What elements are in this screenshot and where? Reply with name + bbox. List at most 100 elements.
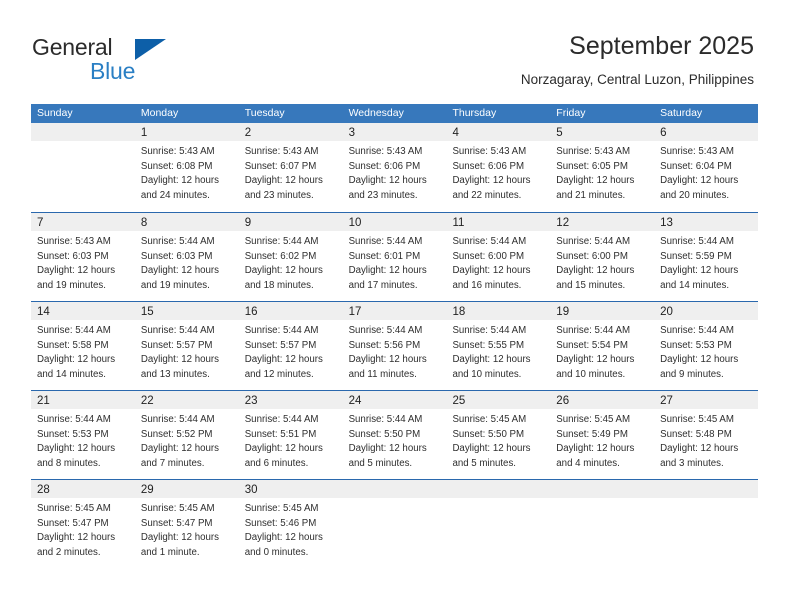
day-detail-lines: Sunrise: 5:44 AM Sunset: 5:54 PM Daylight:… bbox=[550, 320, 654, 382]
day-cell-14[interactable]: 14 Sunrise: 5:44 AM Sunset: 5:58 PM Dayligh… bbox=[31, 302, 135, 390]
day-detail-lines: Sunrise: 5:45 AM Sunset: 5:47 PM Daylight:… bbox=[135, 498, 239, 560]
day-detail-lines: Sunrise: 5:43 AM Sunset: 6:04 PM Daylight:… bbox=[654, 141, 758, 203]
day-detail-line: Sunrise: 5:45 AM bbox=[140, 503, 215, 514]
day-cell-29[interactable]: 29 Sunrise: 5:45 AM Sunset: 5:47 PM Dayligh… bbox=[134, 480, 239, 569]
day-cell-1[interactable]: 1 Sunrise: 5:43 AM Sunset: 6:08 PM Daylight… bbox=[134, 123, 239, 212]
page-header: General Blue September 2025 Norzagaray, … bbox=[0, 0, 792, 100]
day-detail-line: Sunrise: 5:45 AM bbox=[452, 414, 527, 425]
day-detail-line: Daylight: 12 hours bbox=[452, 175, 531, 187]
day-number-band: 24 bbox=[342, 391, 447, 409]
day-cell-30[interactable]: 30 Sunrise: 5:45 AM Sunset: 5:46 PM Dayligh… bbox=[238, 480, 343, 569]
calendar-grid: Sunday Monday Tuesday Wednesday Thursday Frid… bbox=[31, 104, 759, 569]
day-cell-16[interactable]: 16 Sunrise: 5:44 AM Sunset: 5:57 PM Dayligh… bbox=[238, 302, 343, 390]
title-block: September 2025 Norzagaray, Central Luzon… bbox=[521, 30, 754, 90]
day-number: 21 bbox=[37, 395, 50, 407]
weekday-header-row: Sunday Monday Tuesday Wednesday Thursday Frid… bbox=[31, 104, 758, 123]
day-detail-line: Sunset: 5:51 PM bbox=[244, 428, 317, 440]
general-blue-logo[interactable]: General Blue bbox=[32, 34, 192, 86]
day-number-band: 3 bbox=[342, 123, 447, 141]
day-number: 14 bbox=[37, 306, 50, 318]
day-number-band: 15 bbox=[134, 302, 239, 320]
day-detail-lines: Sunrise: 5:44 AM Sunset: 5:57 PM Daylight:… bbox=[239, 320, 343, 382]
day-number-band bbox=[342, 480, 447, 498]
day-detail-line: Sunrise: 5:44 AM bbox=[556, 236, 631, 247]
day-cell-20[interactable]: 20 Sunrise: 5:44 AM Sunset: 5:53 PM Dayligh… bbox=[654, 302, 759, 390]
day-cell-3[interactable]: 3 Sunrise: 5:43 AM Sunset: 6:06 PM Daylight… bbox=[342, 123, 447, 212]
day-number-band: 1 bbox=[134, 123, 239, 141]
day-cell-6[interactable]: 6 Sunrise: 5:43 AM Sunset: 6:04 PM Daylight… bbox=[654, 123, 759, 212]
day-detail-line: Sunset: 6:02 PM bbox=[244, 250, 317, 262]
day-cell-21[interactable]: 21 Sunrise: 5:44 AM Sunset: 5:53 PM Dayligh… bbox=[31, 391, 135, 479]
day-detail-line: Sunset: 6:08 PM bbox=[140, 160, 213, 172]
day-number-band: 22 bbox=[134, 391, 239, 409]
day-number: 20 bbox=[660, 306, 673, 318]
day-detail-line: Sunrise: 5:44 AM bbox=[244, 236, 319, 247]
day-number-band: 16 bbox=[238, 302, 343, 320]
day-detail-line: Daylight: 12 hours bbox=[244, 532, 323, 544]
day-cell-15[interactable]: 15 Sunrise: 5:44 AM Sunset: 5:57 PM Dayligh… bbox=[134, 302, 239, 390]
day-number: 2 bbox=[244, 127, 252, 139]
day-cell-2[interactable]: 2 Sunrise: 5:43 AM Sunset: 6:07 PM Daylight… bbox=[238, 123, 343, 212]
weekday-header-saturday: Saturday bbox=[660, 107, 703, 119]
day-detail-line: Sunset: 5:50 PM bbox=[348, 428, 421, 440]
day-cell-25[interactable]: 25 Sunrise: 5:45 AM Sunset: 5:50 PM Dayligh… bbox=[446, 391, 551, 479]
day-number-band: 8 bbox=[134, 213, 239, 231]
day-number: 13 bbox=[660, 217, 673, 229]
day-cell-empty bbox=[654, 480, 759, 569]
day-cell-13[interactable]: 13 Sunrise: 5:44 AM Sunset: 5:59 PM Dayligh… bbox=[654, 213, 759, 301]
day-cell-empty bbox=[342, 480, 447, 569]
day-cell-5[interactable]: 5 Sunrise: 5:43 AM Sunset: 6:05 PM Daylight… bbox=[550, 123, 655, 212]
day-number: 26 bbox=[556, 395, 570, 407]
day-number-band: 11 bbox=[446, 213, 551, 231]
day-number-band bbox=[31, 123, 135, 141]
day-cell-28[interactable]: 28 Sunrise: 5:45 AM Sunset: 5:47 PM Dayligh… bbox=[31, 480, 135, 569]
day-cell-27[interactable]: 27 Sunrise: 5:45 AM Sunset: 5:48 PM Dayligh… bbox=[654, 391, 759, 479]
day-cell-12[interactable]: 12 Sunrise: 5:44 AM Sunset: 6:00 PM Dayligh… bbox=[550, 213, 655, 301]
day-detail-line: and 4 minutes. bbox=[556, 457, 620, 469]
day-detail-line: Daylight: 12 hours bbox=[556, 443, 635, 455]
day-number: 11 bbox=[452, 217, 465, 229]
day-detail-line: Sunset: 5:57 PM bbox=[244, 339, 317, 351]
day-cell-4[interactable]: 4 Sunrise: 5:43 AM Sunset: 6:06 PM Daylight… bbox=[446, 123, 551, 212]
day-detail-line: Sunrise: 5:45 AM bbox=[37, 503, 111, 514]
day-detail-line: Sunrise: 5:43 AM bbox=[348, 146, 423, 157]
day-cell-7[interactable]: 7 Sunrise: 5:43 AM Sunset: 6:03 PM Daylight… bbox=[31, 213, 135, 301]
day-detail-line: Daylight: 12 hours bbox=[452, 354, 531, 366]
day-detail-line: and 19 minutes. bbox=[140, 279, 210, 291]
day-cell-18[interactable]: 18 Sunrise: 5:44 AM Sunset: 5:55 PM Dayligh… bbox=[446, 302, 551, 390]
day-cell-11[interactable]: 11 Sunrise: 5:44 AM Sunset: 6:00 PM Dayligh… bbox=[446, 213, 551, 301]
day-number-band: 27 bbox=[654, 391, 759, 409]
day-number-band: 21 bbox=[31, 391, 135, 409]
day-detail-line: Daylight: 12 hours bbox=[37, 443, 116, 455]
day-detail-lines: Sunrise: 5:44 AM Sunset: 5:56 PM Daylight:… bbox=[343, 320, 447, 382]
day-detail-line: Daylight: 12 hours bbox=[37, 532, 116, 544]
day-cell-8[interactable]: 8 Sunrise: 5:44 AM Sunset: 6:03 PM Daylight… bbox=[134, 213, 239, 301]
day-detail-line: Sunset: 5:59 PM bbox=[660, 250, 732, 262]
day-cell-9[interactable]: 9 Sunrise: 5:44 AM Sunset: 6:02 PM Daylight… bbox=[238, 213, 343, 301]
day-number-band: 18 bbox=[446, 302, 551, 320]
day-number: 24 bbox=[348, 395, 362, 407]
day-number-band bbox=[446, 480, 551, 498]
location-subtitle: Norzagaray, Central Luzon, Philippines bbox=[520, 72, 754, 87]
day-number: 22 bbox=[140, 395, 154, 407]
day-detail-line: and 10 minutes. bbox=[452, 368, 522, 380]
day-cell-23[interactable]: 23 Sunrise: 5:44 AM Sunset: 5:51 PM Dayligh… bbox=[238, 391, 343, 479]
day-detail-line: Sunrise: 5:44 AM bbox=[244, 414, 319, 425]
day-cell-24[interactable]: 24 Sunrise: 5:44 AM Sunset: 5:50 PM Dayligh… bbox=[342, 391, 447, 479]
day-cell-22[interactable]: 22 Sunrise: 5:44 AM Sunset: 5:52 PM Dayligh… bbox=[134, 391, 239, 479]
day-number: 1 bbox=[140, 127, 148, 139]
day-detail-line: and 1 minute. bbox=[140, 546, 200, 558]
day-detail-line: Sunrise: 5:44 AM bbox=[37, 325, 111, 336]
day-detail-lines: Sunrise: 5:44 AM Sunset: 5:57 PM Daylight:… bbox=[135, 320, 239, 382]
day-number: 16 bbox=[244, 306, 258, 318]
day-detail-line: Daylight: 12 hours bbox=[348, 175, 427, 187]
day-detail-line: Sunrise: 5:44 AM bbox=[37, 414, 111, 425]
day-detail-line: Sunset: 5:57 PM bbox=[140, 339, 213, 351]
day-detail-line: Daylight: 12 hours bbox=[452, 443, 531, 455]
day-cell-17[interactable]: 17 Sunrise: 5:44 AM Sunset: 5:56 PM Dayligh… bbox=[342, 302, 447, 390]
day-detail-line: Sunrise: 5:44 AM bbox=[452, 236, 527, 247]
day-detail-line: Sunset: 5:56 PM bbox=[348, 339, 421, 351]
day-cell-26[interactable]: 26 Sunrise: 5:45 AM Sunset: 5:49 PM Dayligh… bbox=[550, 391, 655, 479]
day-cell-10[interactable]: 10 Sunrise: 5:44 AM Sunset: 6:01 PM Dayligh… bbox=[342, 213, 447, 301]
day-cell-19[interactable]: 19 Sunrise: 5:44 AM Sunset: 5:54 PM Dayligh… bbox=[550, 302, 655, 390]
